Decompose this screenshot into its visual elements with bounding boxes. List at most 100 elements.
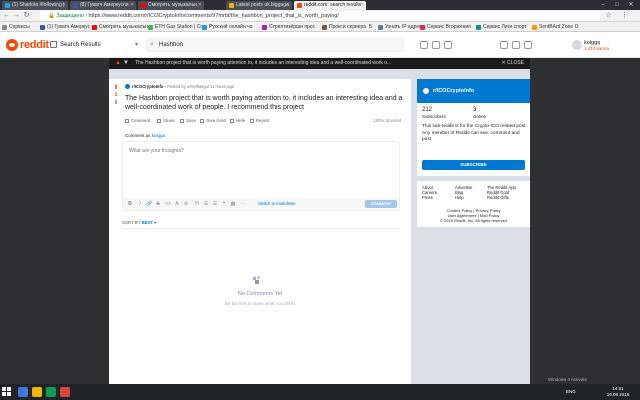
bookmark-item[interactable]: Сервис Лиги спорт xyxy=(476,23,527,31)
sort-value: BEST xyxy=(141,220,153,225)
menu-dots-icon[interactable]: ⋮ xyxy=(620,11,629,20)
bookmark-favicon-icon xyxy=(476,24,481,30)
user-menu[interactable]: kolgga 1,414 karma xyxy=(572,40,609,52)
bold-icon[interactable]: B xyxy=(127,201,133,207)
bookmark-item[interactable]: (1) Гувагч Амеркус xyxy=(40,23,90,31)
tab-label: Смотреть музыкальн xyxy=(148,2,197,8)
reddit-logo-icon[interactable] xyxy=(6,39,18,51)
community-select[interactable]: Search Results ▾ xyxy=(50,39,140,51)
language-indicator[interactable]: ENG xyxy=(566,389,576,394)
bookmark-item[interactable]: Прокси сервера. Б xyxy=(322,23,372,31)
switch-markdown-link[interactable]: Switch to markdown xyxy=(258,200,295,208)
popular-icon[interactable] xyxy=(420,41,428,49)
browser-tab-active[interactable]: reddit.com: search results ✕ xyxy=(294,1,366,10)
comment-as-user[interactable]: kolgga xyxy=(152,133,165,138)
vote-count: 1 xyxy=(114,92,118,98)
more-icon[interactable]: ⋯ xyxy=(240,201,246,207)
bookmark-item[interactable]: Смотреть музыкальн xyxy=(92,23,148,31)
tab-close-icon[interactable]: ✕ xyxy=(286,1,290,10)
numbered-list-icon[interactable]: ☰ xyxy=(212,201,218,207)
browser-tab[interactable]: Latest posts uk.bigguga ✕ xyxy=(226,1,292,10)
subscribe-button[interactable]: SUBSCRIBE xyxy=(422,160,525,170)
taskbar-app-icon[interactable] xyxy=(60,387,70,397)
bookmark-item[interactable]: SentBArd Zone O xyxy=(532,23,578,31)
bookmark-favicon-icon xyxy=(40,24,45,30)
secure-label: Защищено xyxy=(56,13,84,19)
hide-button[interactable]: Hide xyxy=(230,117,245,125)
comment-button[interactable]: Comment xyxy=(125,117,150,125)
footer-link-help[interactable]: Help xyxy=(455,195,464,200)
minimize-button[interactable]: – xyxy=(596,0,610,10)
windows-start-icon[interactable] xyxy=(2,387,12,397)
share-button[interactable]: Share xyxy=(157,117,175,125)
forward-icon[interactable]: → xyxy=(12,11,21,20)
tab-close-icon[interactable]: ✕ xyxy=(62,1,66,10)
system-clock[interactable]: 14:51 16.08.2018 xyxy=(598,386,638,398)
bookmark-item[interactable]: Стриптизёрши прос xyxy=(262,23,315,31)
browser-tab[interactable]: (8) Гувагч Амеркуспи ✕ xyxy=(70,1,136,10)
report-button[interactable]: Report xyxy=(250,117,270,125)
mail-icon[interactable] xyxy=(512,41,520,49)
upvote-icon[interactable]: ⬆ xyxy=(112,84,120,91)
reload-icon[interactable]: ↻ xyxy=(22,11,31,20)
bookmark-item[interactable]: Сервис Вторжения xyxy=(420,23,471,31)
sort-dropdown[interactable]: SORT BY BEST ▾ xyxy=(122,220,156,225)
taskbar-app-icon[interactable] xyxy=(18,387,28,397)
original-content-icon[interactable] xyxy=(444,41,452,49)
spoiler-icon[interactable]: ⊘ xyxy=(183,201,189,207)
reddit-wordmark[interactable]: reddit xyxy=(20,39,49,51)
tab-favicon-icon xyxy=(73,3,78,8)
tab-close-icon[interactable]: ✕ xyxy=(130,1,134,10)
tab-close-icon[interactable]: ✕ xyxy=(360,1,364,10)
browser-tab[interactable]: Смотреть музыкальн ✕ xyxy=(138,1,204,10)
bookmark-item[interactable]: Русский онлайн ча xyxy=(202,23,253,31)
all-icon[interactable] xyxy=(432,41,440,49)
quote-icon[interactable]: ❝ xyxy=(221,201,227,207)
inline-code-icon[interactable]: <> xyxy=(164,201,172,207)
close-overlay-button[interactable]: ✕ CLOSE xyxy=(501,58,524,69)
bulleted-list-icon[interactable]: ☰ xyxy=(203,201,209,207)
bookmark-apps[interactable]: Сервисы xyxy=(2,23,30,31)
hide-icon xyxy=(230,118,234,123)
superscript-icon[interactable]: A xyxy=(174,201,180,207)
community-name[interactable]: r/ICOCryptoInfo xyxy=(433,87,474,95)
overlay-backdrop-left[interactable] xyxy=(0,58,109,400)
table-icon[interactable]: ▦ xyxy=(230,201,236,207)
search-input[interactable]: ⌕ Hashbon xyxy=(146,38,404,52)
tab-close-icon[interactable]: ✕ xyxy=(198,1,202,10)
maximize-button[interactable]: □ xyxy=(610,0,624,10)
close-label: CLOSE xyxy=(507,60,524,66)
overlay-backdrop-right[interactable] xyxy=(530,58,640,400)
footer-link-gifts[interactable]: Reddit Gifts xyxy=(487,195,509,200)
browser-tab[interactable]: (1) Sharlota #following | ✕ xyxy=(2,1,68,10)
bookmark-favicon-icon xyxy=(202,24,207,30)
downvote-icon[interactable]: ⬇ xyxy=(112,99,120,106)
comment-input[interactable] xyxy=(123,142,399,200)
create-post-icon[interactable] xyxy=(524,41,532,49)
heading-icon[interactable]: H xyxy=(194,201,200,207)
bookmark-item[interactable]: ETH Gas Station | Co xyxy=(148,23,203,31)
taskbar-app-icon[interactable] xyxy=(46,387,56,397)
strikethrough-icon[interactable]: S xyxy=(155,201,161,207)
activation-watermark: Windows 4 Activate xyxy=(548,377,588,382)
bookmark-favicon-icon xyxy=(420,24,425,30)
downvote-arrow-icon[interactable]: ▼ xyxy=(123,58,129,69)
link-icon[interactable]: 🔗 xyxy=(146,201,152,207)
subreddit-link[interactable]: r/ICOCryptoInfo xyxy=(132,84,163,89)
back-icon[interactable]: ← xyxy=(2,11,11,20)
star-icon[interactable]: ☆ xyxy=(604,11,613,20)
action-label: Hide xyxy=(236,118,246,123)
taskbar-app-icon[interactable] xyxy=(32,387,42,397)
share-icon xyxy=(157,118,161,123)
submit-comment-button[interactable]: COMMENT xyxy=(365,200,397,208)
give-gold-button[interactable]: Give Gold xyxy=(200,117,226,125)
bookmark-item[interactable]: Узнать IP адрес xyxy=(378,23,422,31)
italic-icon[interactable]: i xyxy=(137,201,143,207)
close-window-button[interactable]: ✕ xyxy=(624,0,638,10)
empty-state-subtitle: Be the first to share what you think! xyxy=(224,301,296,306)
chat-icon[interactable] xyxy=(500,41,508,49)
url-input[interactable]: 🔒 Защищено | https://www.reddit.com/r/IC… xyxy=(40,11,600,21)
upvote-arrow-icon[interactable]: ▲ xyxy=(115,58,121,69)
footer-link-press[interactable]: Press xyxy=(422,195,433,200)
save-button[interactable]: Save xyxy=(180,117,196,125)
